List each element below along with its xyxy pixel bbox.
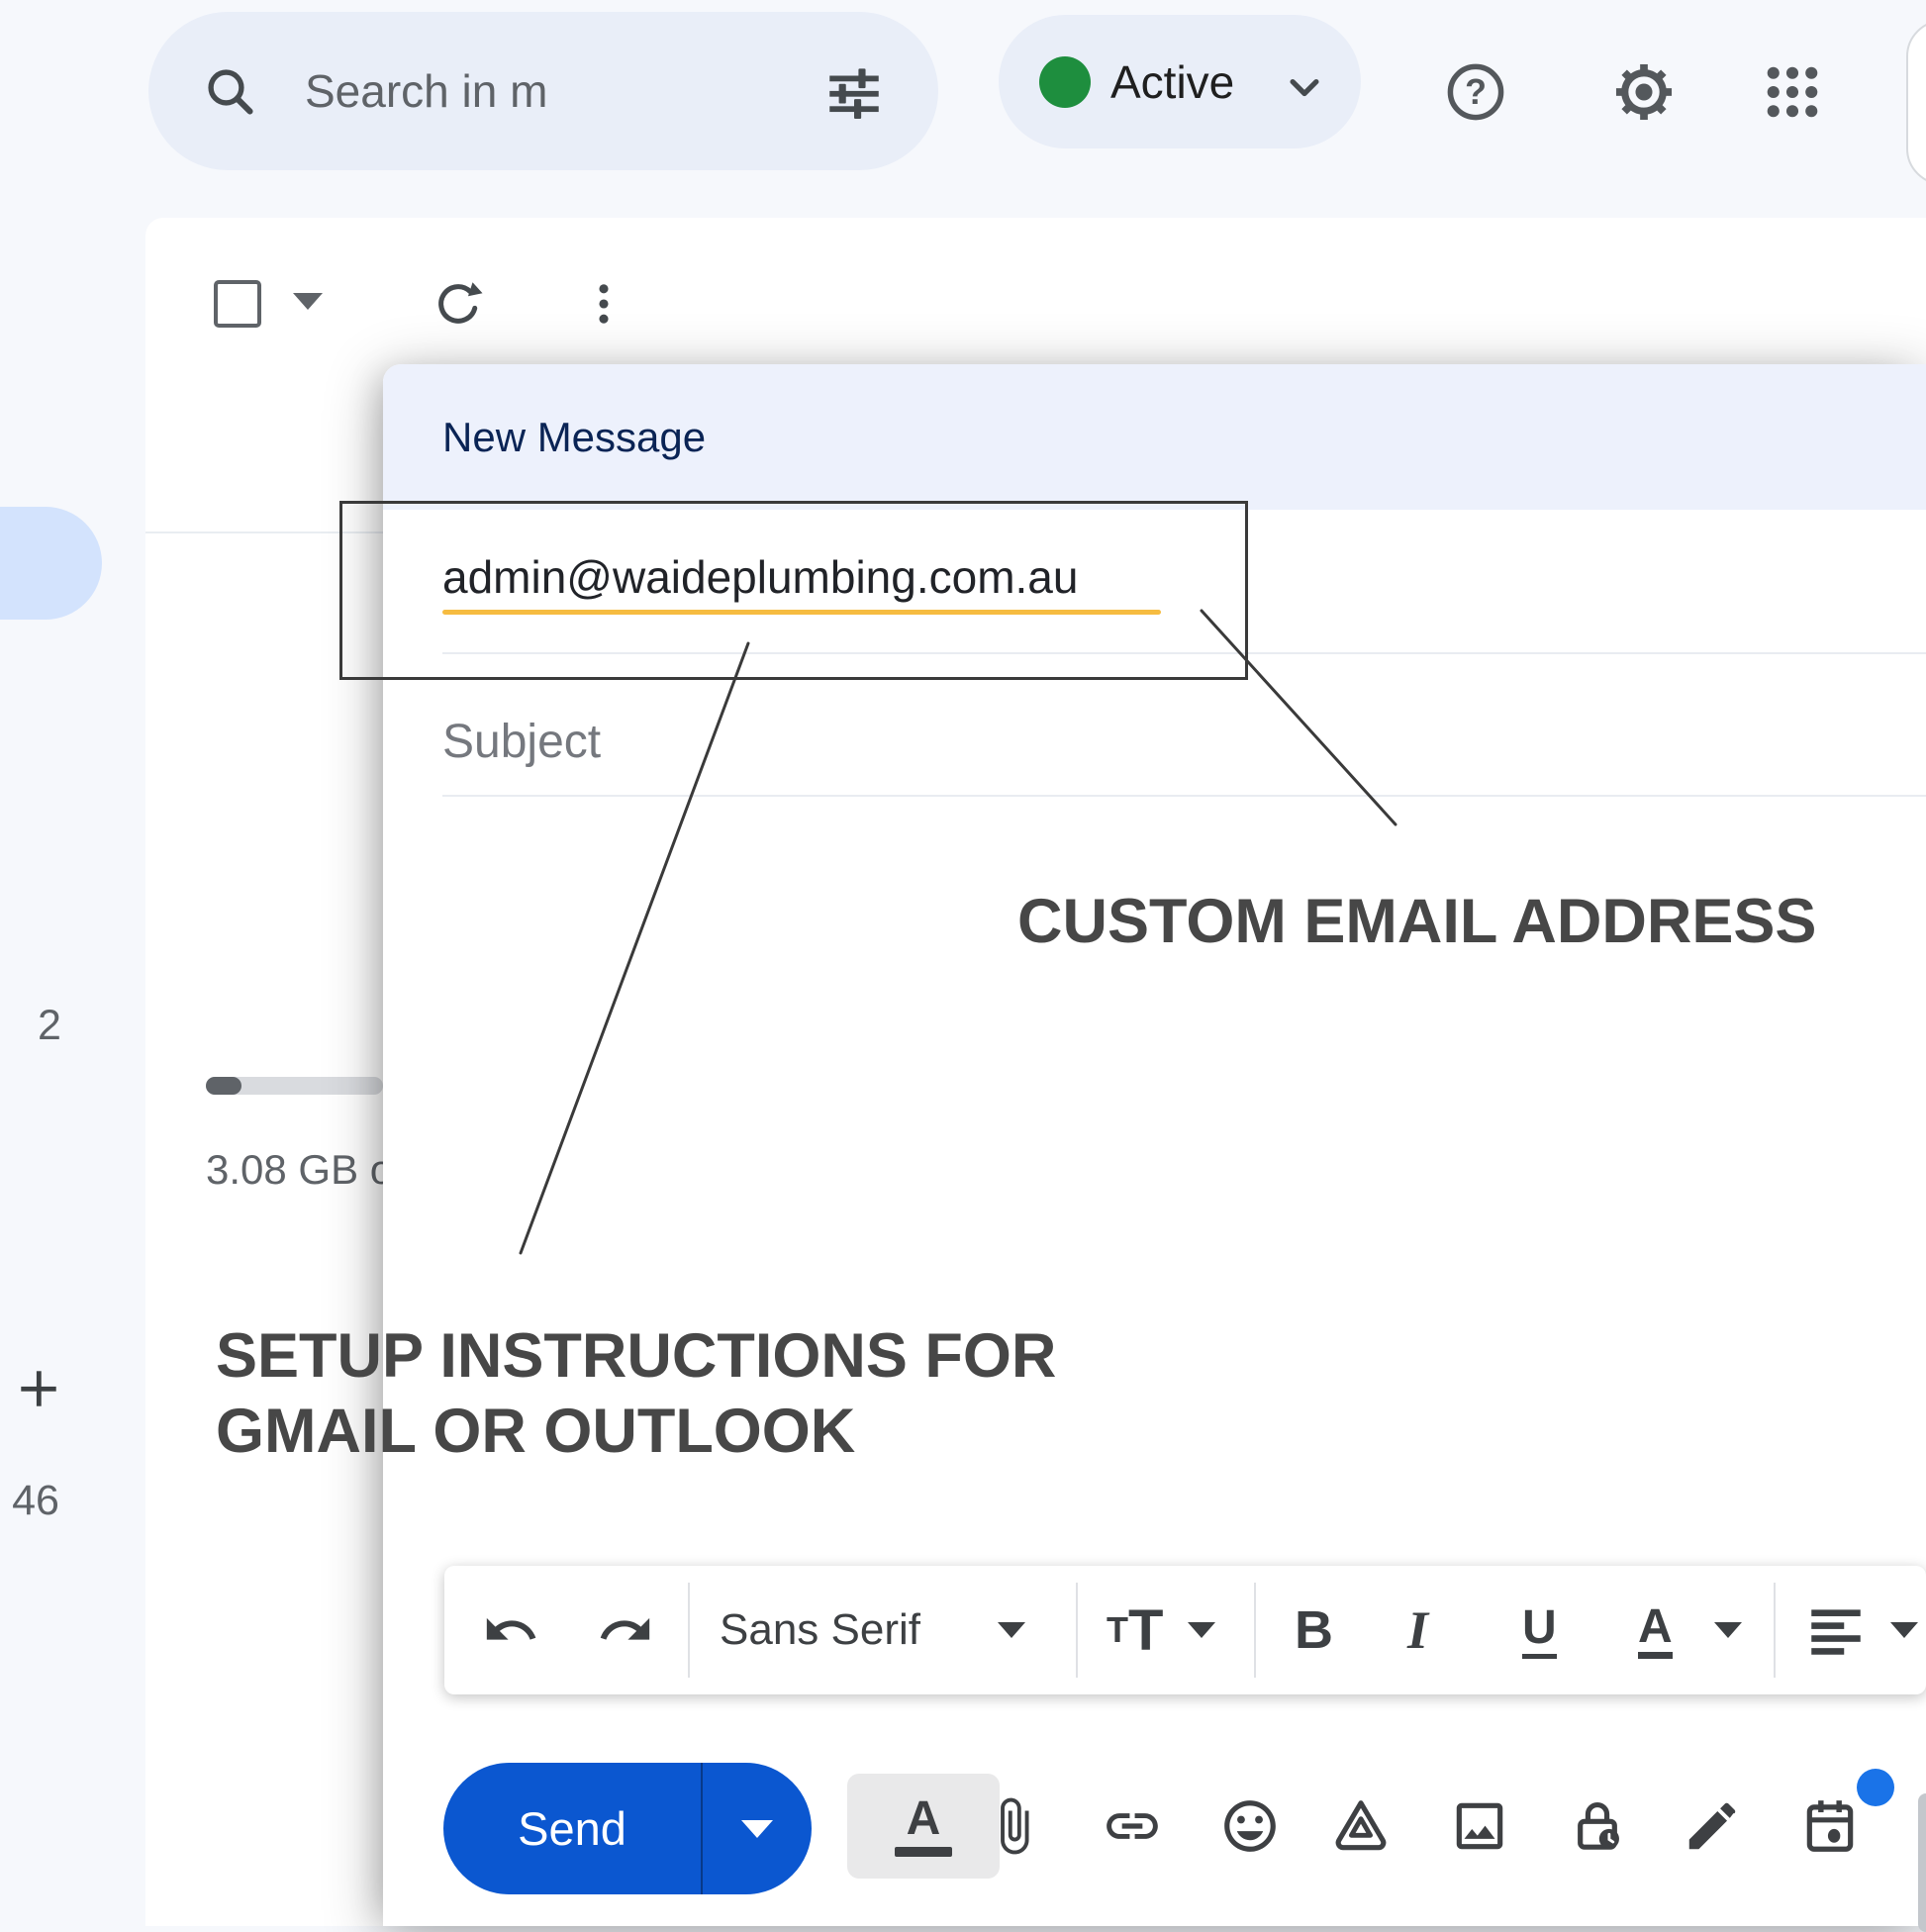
- drive-icon[interactable]: [1330, 1795, 1392, 1857]
- apps-grid-icon[interactable]: [1760, 59, 1825, 125]
- svg-text:?: ?: [1465, 72, 1487, 112]
- text-color-icon[interactable]: A: [1638, 1566, 1673, 1694]
- sidebar-selected-label-pill[interactable]: [0, 507, 102, 620]
- text-size-icon[interactable]: TT: [1107, 1566, 1163, 1694]
- annotation-custom-email: CUSTOM EMAIL ADDRESS: [1017, 887, 1817, 956]
- help-icon[interactable]: ?: [1443, 59, 1508, 125]
- attach-file-icon[interactable]: [983, 1795, 1044, 1857]
- annotation-setup-line1: SETUP INSTRUCTIONS FOR: [216, 1321, 1057, 1391]
- annotation-setup-instructions: SETUP INSTRUCTIONS FOR GMAIL OR OUTLOOK: [216, 1318, 1056, 1469]
- bold-icon[interactable]: B: [1295, 1566, 1333, 1694]
- annotation-rectangle: [339, 501, 1248, 680]
- search-icon: [202, 63, 257, 119]
- send-button[interactable]: Send: [443, 1763, 812, 1894]
- italic-icon[interactable]: I: [1407, 1566, 1428, 1694]
- select-all-checkbox[interactable]: [214, 280, 261, 328]
- chevron-down-icon: [1279, 61, 1330, 113]
- text-size-caret[interactable]: [1188, 1566, 1215, 1694]
- plus-icon[interactable]: [14, 1364, 63, 1413]
- compose-title: New Message: [442, 413, 707, 460]
- toolbar-separator: [1254, 1583, 1256, 1678]
- notification-dot: [1857, 1769, 1894, 1806]
- send-options-caret[interactable]: [703, 1763, 812, 1894]
- text-color-caret[interactable]: [1714, 1566, 1742, 1694]
- subject-field[interactable]: Subject: [442, 715, 601, 769]
- gear-icon[interactable]: [1611, 59, 1677, 125]
- signature-pen-icon[interactable]: [1682, 1795, 1743, 1857]
- sidebar-count-badge: 46: [12, 1477, 59, 1524]
- align-icon[interactable]: [1803, 1566, 1869, 1694]
- sidebar-count-badge: 2: [38, 1002, 61, 1049]
- profile-pill[interactable]: [1906, 20, 1926, 185]
- formatting-toolbar: [444, 1566, 1926, 1694]
- formatting-options-icon[interactable]: A: [847, 1774, 1000, 1879]
- align-caret[interactable]: [1890, 1566, 1918, 1694]
- redo-icon[interactable]: [597, 1566, 654, 1694]
- send-button-label[interactable]: Send: [443, 1763, 701, 1894]
- storage-progress-fill: [206, 1077, 241, 1095]
- storage-usage-text: 3.08 GB o: [206, 1146, 394, 1193]
- undo-icon[interactable]: [482, 1566, 539, 1694]
- emoji-icon[interactable]: [1219, 1795, 1281, 1857]
- tune-icon[interactable]: [821, 59, 887, 125]
- font-select[interactable]: Sans Serif: [720, 1566, 920, 1694]
- more-vert-icon[interactable]: [578, 278, 629, 330]
- refresh-icon[interactable]: [433, 278, 484, 330]
- status-dot: [1039, 56, 1091, 108]
- font-select-caret[interactable]: [998, 1566, 1025, 1694]
- toolbar-separator: [688, 1583, 690, 1678]
- insert-image-icon[interactable]: [1449, 1795, 1510, 1857]
- search-input[interactable]: Search in m: [305, 12, 547, 170]
- confidential-mode-icon[interactable]: [1567, 1795, 1628, 1857]
- toolbar-separator: [1076, 1583, 1078, 1678]
- annotation-setup-line2: GMAIL OR OUTLOOK: [216, 1397, 856, 1466]
- underline-icon[interactable]: U: [1522, 1566, 1557, 1694]
- select-dropdown-caret[interactable]: [293, 293, 323, 310]
- field-divider: [442, 795, 1926, 797]
- toolbar-separator: [1774, 1583, 1776, 1678]
- schedule-send-icon[interactable]: [1799, 1795, 1861, 1857]
- scrollbar-thumb[interactable]: [1918, 1793, 1926, 1932]
- insert-link-icon[interactable]: [1102, 1795, 1163, 1857]
- status-label: Active: [1110, 55, 1235, 108]
